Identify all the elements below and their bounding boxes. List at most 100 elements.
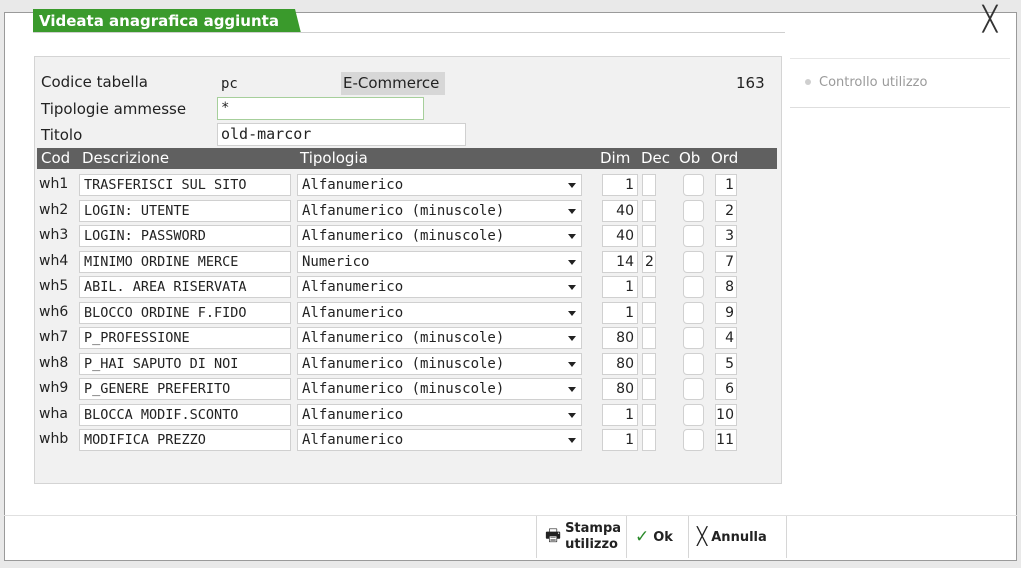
tipologie-ammesse-field[interactable]: * (217, 97, 424, 120)
dec-field[interactable] (642, 276, 656, 298)
tipologia-select[interactable]: Alfanumerico (297, 403, 582, 426)
chevron-down-icon (568, 234, 576, 239)
printer-icon: 🖶 (545, 525, 562, 546)
chevron-down-icon (568, 208, 576, 214)
description-field[interactable]: LOGIN: UTENTE (79, 199, 291, 222)
tipologia-select[interactable]: Alfanumerico (minuscole) (297, 225, 582, 247)
description-field[interactable]: P_GENERE PREFERITO (79, 378, 291, 400)
dim-field[interactable]: 1 (602, 301, 638, 324)
obbligatorio-checkbox[interactable] (683, 174, 704, 196)
obbligatorio-checkbox[interactable] (683, 199, 704, 222)
tipologia-select[interactable]: Alfanumerico (minuscole) (297, 327, 582, 349)
tipologia-select[interactable]: Alfanumerico (297, 301, 582, 324)
dim-field[interactable]: 1 (602, 429, 638, 451)
description-field[interactable]: LOGIN: PASSWORD (79, 225, 291, 247)
dec-field[interactable] (642, 327, 656, 349)
dim-field[interactable]: 1 (602, 174, 638, 196)
tipologia-value: Alfanumerico (302, 177, 404, 193)
stampa-utilizzo-label: Stampa utilizzo (565, 521, 622, 552)
dim-field[interactable]: 80 (602, 378, 638, 400)
tipologia-select[interactable]: Alfanumerico (297, 276, 582, 298)
obbligatorio-checkbox[interactable] (683, 403, 704, 426)
obbligatorio-checkbox[interactable] (683, 276, 704, 298)
tipologia-value: Alfanumerico (minuscole) (302, 381, 505, 397)
title-underline (33, 32, 785, 33)
obbligatorio-checkbox[interactable] (683, 327, 704, 349)
description-field[interactable]: P_PROFESSIONE (79, 327, 291, 349)
dec-field[interactable] (642, 174, 656, 196)
tipologia-value: Alfanumerico (302, 304, 404, 321)
ord-field[interactable]: 10 (715, 403, 737, 426)
tipologia-value: Alfanumerico (302, 279, 404, 295)
tipologia-value: Numerico (302, 253, 370, 270)
header-ob: Ob (679, 149, 701, 167)
ord-field[interactable]: 7 (715, 250, 737, 273)
dec-field[interactable] (642, 378, 656, 400)
sidebar-item-controllo-utilizzo[interactable]: Controllo utilizzo (805, 75, 927, 90)
header-dim: Dim (600, 149, 631, 167)
titolo-label: Titolo (41, 126, 83, 144)
codice-tabella-label: Codice tabella (41, 73, 148, 91)
ord-field[interactable]: 2 (715, 199, 737, 222)
dec-field[interactable] (642, 352, 656, 375)
tipologia-select[interactable]: Alfanumerico (minuscole) (297, 199, 582, 222)
ord-field[interactable]: 4 (715, 327, 737, 349)
tipologia-select[interactable]: Numerico (297, 250, 582, 273)
tipologia-select[interactable]: Alfanumerico (minuscole) (297, 378, 582, 400)
ord-field[interactable]: 3 (715, 225, 737, 247)
obbligatorio-checkbox[interactable] (683, 378, 704, 400)
description-field[interactable]: TRASFERISCI SUL SITO (79, 174, 291, 196)
dec-field[interactable] (642, 225, 656, 247)
ok-label: Ok (653, 529, 673, 545)
button-bar-divider (4, 515, 1017, 516)
dim-field[interactable]: 80 (602, 327, 638, 349)
dec-field[interactable] (642, 301, 656, 324)
dim-field[interactable]: 40 (602, 199, 638, 222)
sidebar-item-label: Controllo utilizzo (819, 75, 928, 90)
dim-field[interactable]: 1 (602, 403, 638, 426)
dec-field[interactable]: 2 (642, 250, 656, 273)
dim-field[interactable]: 1 (602, 276, 638, 298)
dim-field[interactable]: 40 (602, 225, 638, 247)
header-ord: Ord (711, 149, 739, 167)
dec-field[interactable] (642, 403, 656, 426)
dec-field[interactable] (642, 199, 656, 222)
tipologia-select[interactable]: Alfanumerico (297, 174, 582, 196)
annulla-button[interactable]: ╳ Annulla (688, 516, 786, 558)
titolo-field[interactable]: old-marcor (217, 123, 466, 146)
ord-field[interactable]: 1 (715, 174, 737, 196)
ord-field[interactable]: 9 (715, 301, 737, 324)
description-field[interactable]: MINIMO ORDINE MERCE (79, 250, 291, 273)
codice-tabella-field[interactable]: pc (217, 73, 239, 95)
chevron-down-icon (568, 183, 576, 188)
stampa-utilizzo-button[interactable]: 🖶 Stampa utilizzo (536, 516, 626, 558)
ord-field[interactable]: 8 (715, 276, 737, 298)
close-icon[interactable]: ╳ (978, 7, 1002, 32)
obbligatorio-checkbox[interactable] (683, 301, 704, 324)
ok-button[interactable]: ✓ Ok (626, 516, 688, 558)
ord-field[interactable]: 5 (715, 352, 737, 375)
bullet-icon (805, 78, 811, 85)
description-field[interactable]: ABIL. AREA RISERVATA (79, 276, 291, 298)
row-code: wh6 (39, 303, 69, 320)
dim-field[interactable]: 14 (602, 250, 638, 273)
dec-field[interactable] (642, 429, 656, 451)
header-dec: Dec (641, 149, 671, 167)
table-header: Cod Descrizione Tipologia Dim Dec Ob Ord (37, 148, 777, 169)
tipologia-select[interactable]: Alfanumerico (minuscole) (297, 352, 582, 375)
ord-field[interactable]: 11 (715, 429, 737, 451)
dialog-title: Videata anagrafica aggiunta (33, 9, 301, 33)
description-field[interactable]: BLOCCO ORDINE F.FIDO (79, 301, 291, 324)
ord-field[interactable]: 6 (715, 378, 737, 400)
obbligatorio-checkbox[interactable] (683, 352, 704, 375)
description-field[interactable]: P_HAI SAPUTO DI NOI (79, 352, 291, 375)
row-code: whb (39, 431, 69, 447)
obbligatorio-checkbox[interactable] (683, 225, 704, 247)
obbligatorio-checkbox[interactable] (683, 429, 704, 451)
description-field[interactable]: BLOCCA MODIF.SCONTO (79, 403, 291, 426)
description-field[interactable]: MODIFICA PREZZO (79, 429, 291, 451)
dim-field[interactable]: 80 (602, 352, 638, 375)
row-code: wh9 (39, 380, 69, 396)
obbligatorio-checkbox[interactable] (683, 250, 704, 273)
tipologia-select[interactable]: Alfanumerico (297, 429, 582, 451)
